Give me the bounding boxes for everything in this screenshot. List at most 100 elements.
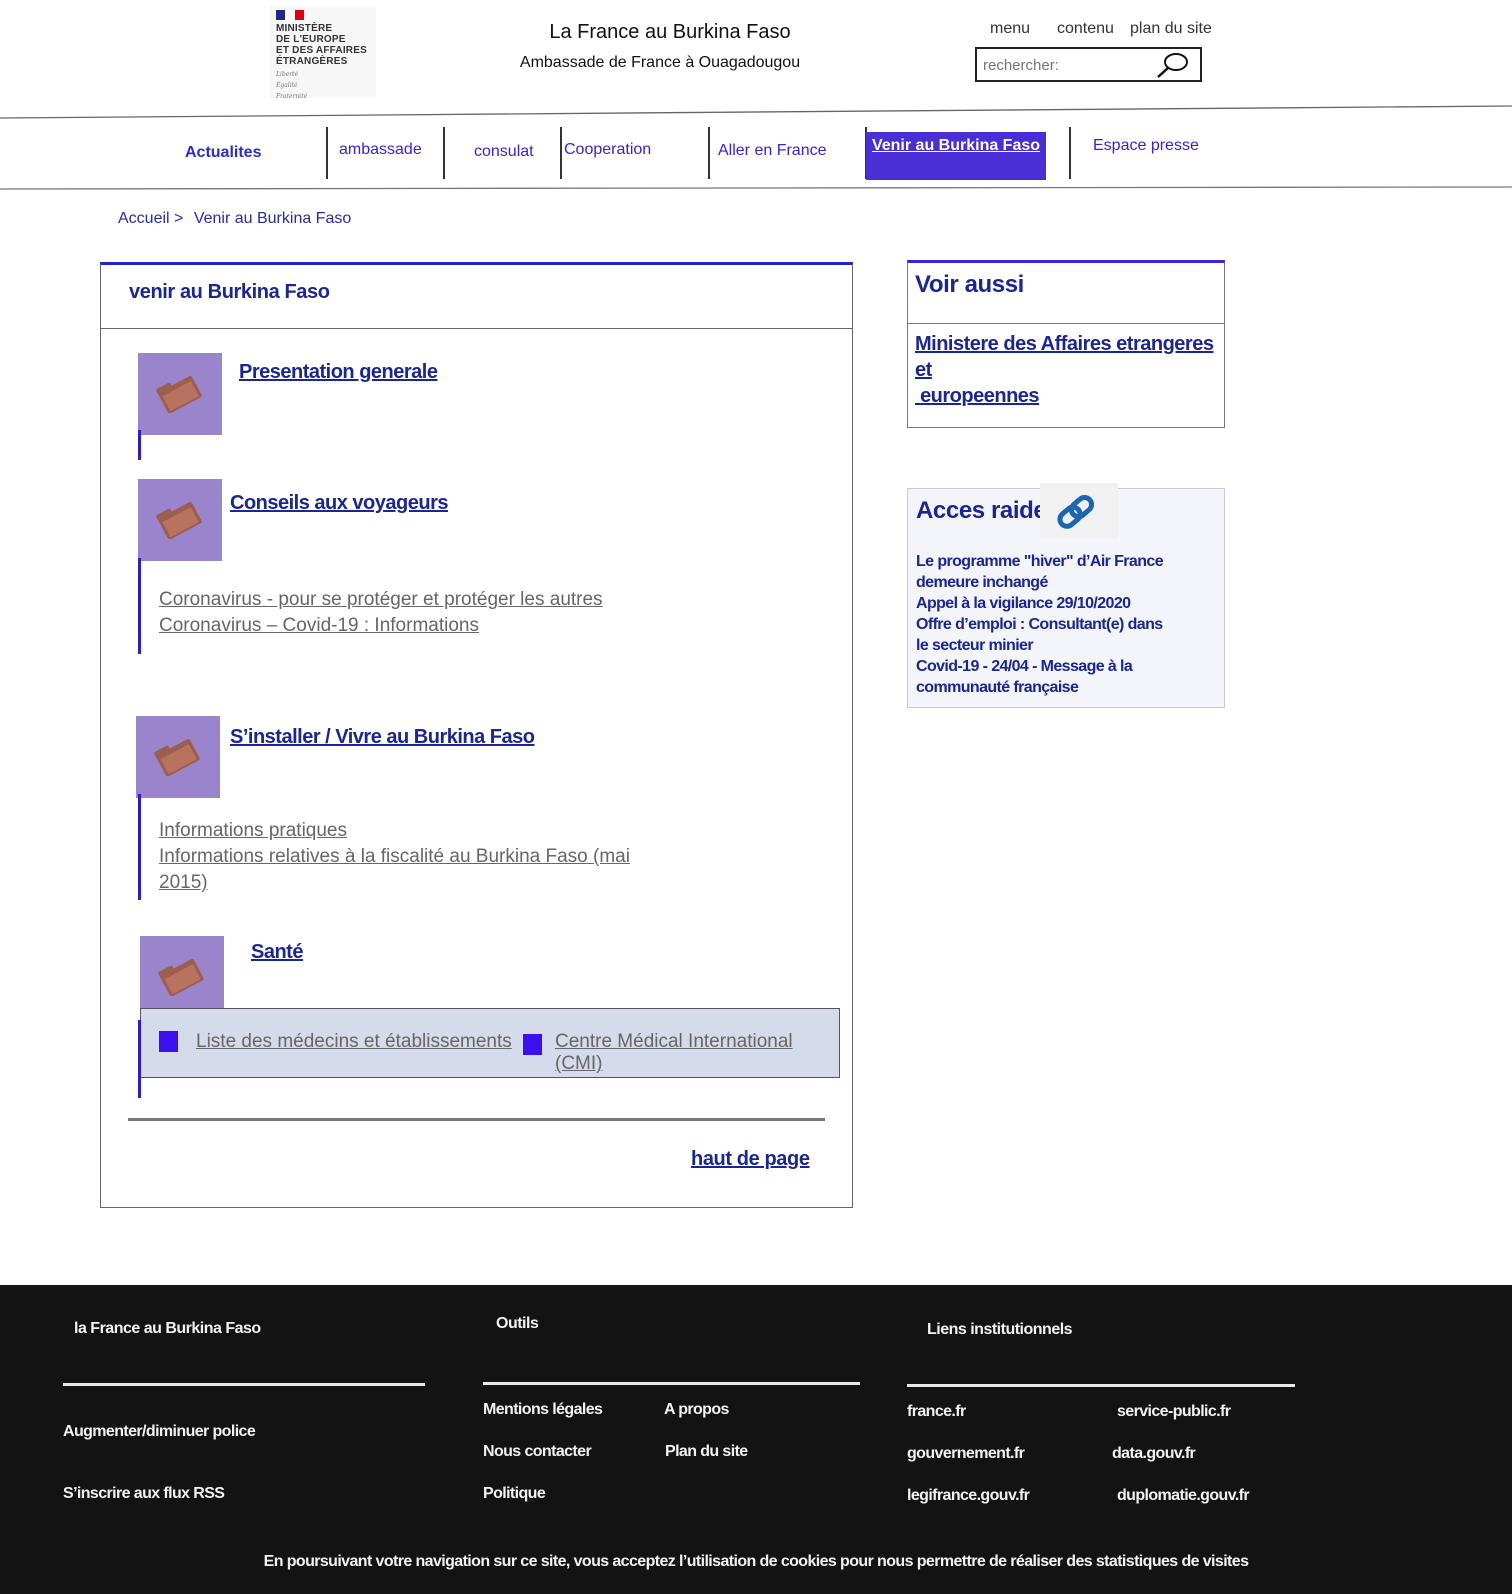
footer-divider (483, 1382, 860, 1385)
french-flag-icon (276, 10, 304, 20)
acces-link[interactable]: communauté française (916, 677, 1176, 698)
page-title: venir au Burkina Faso (129, 281, 330, 303)
section-title-sante[interactable]: Santé (251, 941, 303, 964)
ministry-motto-line: Égalité (276, 82, 298, 89)
nav-divider (0, 186, 1512, 190)
folder-tile-installer[interactable] (136, 716, 220, 798)
magnifier-icon (1157, 53, 1188, 78)
section-accent-bar (138, 794, 141, 900)
ministry-motto-line: Fraternité (276, 93, 308, 100)
breadcrumb: Accueil > Venir au Burkina Faso (118, 210, 357, 228)
nav-separator (1069, 127, 1071, 179)
chain-link-icon (1040, 483, 1118, 539)
footer-link-legifrance[interactable]: legifrance.gouv.fr (907, 1487, 1030, 1505)
folder-icon (156, 501, 202, 539)
section-accent-bar (138, 430, 141, 460)
skip-link-sitemap[interactable]: plan du site (1130, 20, 1212, 38)
site-subtitle: Ambassade de France à Ouagadougou (519, 54, 801, 71)
acces-link[interactable]: demeure inchangé (916, 572, 1176, 593)
nav-item-consulat[interactable]: consulat (474, 143, 534, 161)
acces-rapide-list: Le programme "hiver" d’Air France demeur… (916, 551, 1176, 698)
nav-separator (560, 127, 562, 179)
footer-link-diplomatie[interactable]: duplomatie.gouv.fr (1117, 1487, 1250, 1505)
footer-link-gouvernement[interactable]: gouvernement.fr (907, 1445, 1025, 1463)
folder-tile-conseils[interactable] (138, 479, 222, 561)
main-title-bar: venir au Burkina Faso (101, 265, 852, 329)
acces-link[interactable]: le secteur minier (916, 635, 1176, 656)
nav-item-cooperation[interactable]: Cooperation (564, 141, 651, 159)
footer-link-politique[interactable]: Politique (483, 1485, 546, 1503)
nav-separator (708, 127, 710, 179)
section-accent-bar (138, 1020, 141, 1098)
ministry-name-line: DE L'EUROPE (276, 34, 346, 45)
search-box (975, 47, 1202, 82)
ministry-name-line: ET DES AFFAIRES (276, 45, 367, 56)
link-fiscalite-continued[interactable]: 2015) (159, 870, 208, 896)
link-liste-medecins[interactable]: Liste des médecins et établissements (196, 1031, 512, 1053)
square-bullet-icon (523, 1034, 542, 1055)
footer-link-plan-du-site[interactable]: Plan du site (665, 1443, 748, 1461)
footer-col-title: la France au Burkina Faso (74, 1320, 261, 1337)
footer-link-data-gouv[interactable]: data.gouv.fr (1112, 1445, 1196, 1463)
footer-link-mentions-legales[interactable]: Mentions légales (483, 1401, 603, 1419)
link-informations-pratiques[interactable]: Informations pratiques (159, 818, 347, 844)
link-coronavirus-info[interactable]: Coronavirus – Covid-19 : Informations (159, 613, 479, 639)
acces-rapide-title: Acces raide (916, 497, 1047, 524)
breadcrumb-current: Venir au Burkina Faso (193, 210, 352, 227)
ministry-name-line: ÉTRANGÈRES (276, 56, 348, 67)
footer-link-france[interactable]: france.fr (907, 1403, 966, 1421)
nav-item-aller-en-france[interactable]: Aller en France (718, 142, 827, 160)
footer-col-title: Outils (496, 1315, 539, 1332)
nav-item-ambassade[interactable]: ambassade (339, 141, 422, 159)
link-coronavirus-protection[interactable]: Coronavirus - pour se protéger et protég… (159, 587, 603, 613)
skip-link-content[interactable]: contenu (1057, 20, 1114, 38)
footer-link-a-propos[interactable]: A propos (664, 1401, 729, 1419)
footer-divider (63, 1383, 425, 1386)
section-title-presentation[interactable]: Presentation generale (239, 361, 438, 384)
ministry-motto-line: Liberté (276, 71, 299, 78)
link-fiscalite[interactable]: Informations relatives à la fiscalité au… (159, 844, 630, 870)
folder-icon (154, 738, 200, 776)
skip-link-menu[interactable]: menu (990, 20, 1030, 38)
voir-aussi-link[interactable]: Ministere des Affaires etrangeres et eur… (915, 331, 1221, 409)
footer-col-title: Liens institutionnels (927, 1321, 1073, 1338)
folder-icon (158, 958, 204, 996)
breadcrumb-home-link[interactable]: Accueil (118, 210, 170, 227)
ministry-name-line: MINISTÈRE (276, 23, 333, 34)
acces-link[interactable]: Offre d’emploi : Consultant(e) dans (916, 614, 1176, 635)
acces-link[interactable]: Le programme "hiver" d’Air France (916, 551, 1176, 572)
acces-link[interactable]: Covid-19 - 24/04 - Message à la (916, 656, 1176, 677)
section-title-conseils[interactable]: Conseils aux voyageurs (230, 492, 448, 515)
sante-links-strip: Liste des médecins et établissements Cen… (140, 1008, 840, 1078)
panel-left-edge (100, 324, 101, 614)
nav-item-espace-presse[interactable]: Espace presse (1093, 137, 1199, 155)
search-input[interactable] (983, 53, 1143, 77)
back-to-top-link[interactable]: haut de page (691, 1148, 810, 1171)
site-footer: la France au Burkina Faso Augmenter/dimi… (0, 1285, 1512, 1594)
voir-aussi-link-line: Ministere des Affaires etrangeres et (915, 333, 1214, 381)
nav-item-venir-au-burkina-faso[interactable]: Venir au Burkina Faso (866, 132, 1046, 180)
footer-link-font-size[interactable]: Augmenter/diminuer police (63, 1423, 256, 1441)
section-title-installer[interactable]: S’installer / Vivre au Burkina Faso (230, 726, 535, 749)
footer-link-service-public[interactable]: service-public.fr (1117, 1403, 1231, 1421)
nav-separator (443, 127, 445, 179)
acces-link[interactable]: Appel à la vigilance 29/10/2020 (916, 593, 1176, 614)
section-accent-bar (138, 558, 141, 654)
footer-divider (907, 1384, 1295, 1387)
nav-separator (326, 127, 328, 179)
breadcrumb-separator: > (174, 210, 184, 227)
voir-aussi-link-line: europeennes (920, 385, 1040, 407)
footer-link-contact[interactable]: Nous contacter (483, 1443, 592, 1461)
voir-aussi-box: Voir aussi Ministere des Affaires etrang… (907, 260, 1225, 428)
square-bullet-icon (159, 1031, 178, 1052)
nav-item-actualites[interactable]: Actualites (185, 144, 261, 162)
search-button[interactable] (1154, 51, 1190, 79)
footer-link-rss[interactable]: S’inscrire aux flux RSS (63, 1485, 225, 1503)
voir-aussi-divider (908, 323, 1224, 324)
folder-tile-sante[interactable] (140, 936, 224, 1018)
link-cmi[interactable]: Centre Médical International (CMI) (555, 1031, 839, 1075)
main-bottom-divider (128, 1118, 825, 1121)
cookie-notice: En poursuivant votre navigation sur ce s… (263, 1553, 1249, 1570)
folder-tile-presentation[interactable] (138, 353, 222, 435)
ministry-logo[interactable]: MINISTÈRE DE L'EUROPE ET DES AFFAIRES ÉT… (270, 6, 376, 100)
